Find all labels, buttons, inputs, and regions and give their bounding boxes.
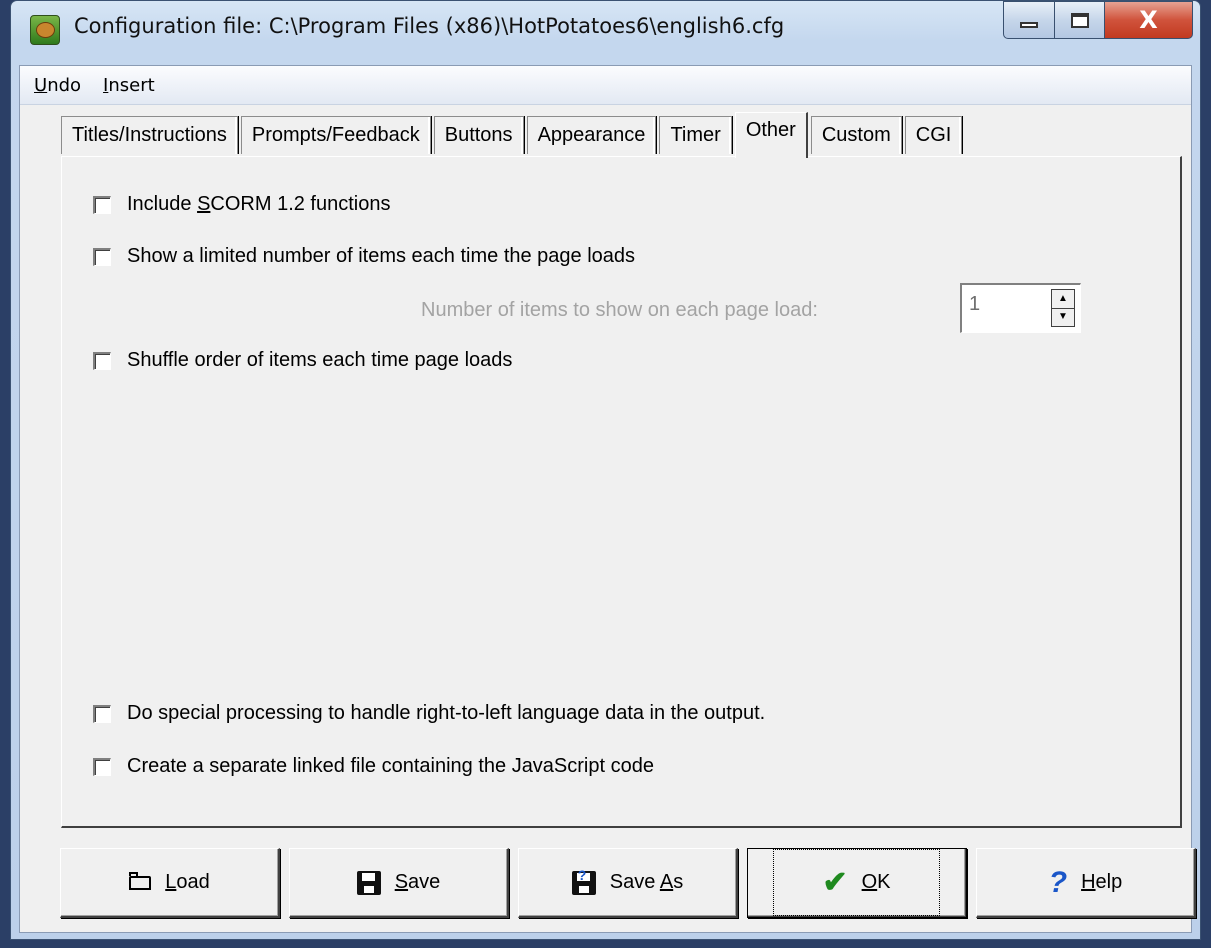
check-icon: ✔: [822, 866, 848, 899]
focus-ring: ✔ OK: [773, 849, 940, 916]
tab-buttons[interactable]: Buttons: [433, 116, 524, 154]
save-as-label: Save As: [609, 871, 684, 893]
help-icon: ?: [1048, 865, 1068, 899]
limited-items-label: Show a limited number of items each time…: [127, 245, 636, 267]
folder-icon: [129, 871, 152, 890]
tab-appearance[interactable]: Appearance: [526, 116, 657, 154]
load-button[interactable]: Load: [60, 848, 280, 918]
save-label: Save: [394, 871, 441, 893]
load-label: Load: [165, 871, 210, 893]
save-as-icon: ?: [571, 867, 596, 895]
items-count-spinner[interactable]: 1 ▲ ▼: [960, 283, 1081, 333]
rtl-label: Do special processing to handle right-to…: [127, 702, 766, 724]
separate-js-label: Create a separate linked file containing…: [127, 755, 654, 777]
maximize-button[interactable]: [1055, 1, 1105, 39]
scorm-option[interactable]: Include SCORM 1.2 functions: [93, 193, 390, 216]
shuffle-checkbox[interactable]: [93, 351, 111, 370]
spin-down-button[interactable]: ▼: [1052, 307, 1074, 326]
window-title: Configuration file: C:\Program Files (x8…: [74, 14, 785, 38]
shuffle-option[interactable]: Shuffle order of items each time page lo…: [93, 349, 512, 372]
scorm-label: Include SCORM 1.2 functions: [127, 193, 391, 215]
other-tab-panel: Include SCORM 1.2 functions Show a limit…: [61, 156, 1182, 828]
menu-insert[interactable]: Insert: [103, 75, 155, 96]
scorm-checkbox[interactable]: [93, 195, 111, 214]
minimize-button[interactable]: [1003, 1, 1055, 39]
tab-timer[interactable]: Timer: [659, 116, 732, 154]
tab-cgi[interactable]: CGI: [904, 116, 963, 154]
close-button[interactable]: X: [1105, 1, 1193, 39]
limited-items-checkbox[interactable]: [93, 247, 111, 266]
spin-down-icon: ▼: [1058, 311, 1068, 323]
maximize-icon: [1070, 12, 1089, 28]
title-bar[interactable]: Configuration file: C:\Program Files (x8…: [11, 1, 1200, 65]
tab-strip: Titles/Instructions Prompts/Feedback But…: [61, 112, 963, 158]
hot-potatoes-app-icon[interactable]: [30, 15, 60, 45]
items-count-label: Number of items to show on each page loa…: [421, 299, 818, 321]
save-as-button[interactable]: ? Save As: [518, 848, 738, 918]
limited-items-option[interactable]: Show a limited number of items each time…: [93, 245, 635, 268]
help-button[interactable]: ? Help: [976, 848, 1196, 918]
button-bar: Load Save ? Save As ✔ OK ? Help: [60, 848, 1196, 918]
shuffle-label: Shuffle order of items each time page lo…: [127, 349, 513, 371]
tab-other[interactable]: Other: [734, 112, 808, 158]
rtl-checkbox[interactable]: [93, 704, 111, 723]
separate-js-option[interactable]: Create a separate linked file containing…: [93, 755, 654, 778]
menu-undo[interactable]: Undo: [34, 75, 81, 96]
close-icon: X: [1139, 6, 1158, 34]
spin-up-icon: ▲: [1058, 292, 1068, 304]
menu-bar: Undo Insert: [20, 66, 1191, 105]
tab-prompts-feedback[interactable]: Prompts/Feedback: [240, 116, 431, 154]
tab-titles-instructions[interactable]: Titles/Instructions: [61, 116, 238, 154]
minimize-icon: [1020, 22, 1038, 28]
separate-js-checkbox[interactable]: [93, 757, 111, 776]
ok-label: OK: [861, 871, 891, 893]
window-controls: X: [1003, 1, 1193, 39]
rtl-option[interactable]: Do special processing to handle right-to…: [93, 702, 765, 725]
save-button[interactable]: Save: [289, 848, 509, 918]
help-label: Help: [1081, 871, 1123, 893]
client-area: Undo Insert Titles/Instructions Prompts/…: [19, 65, 1196, 933]
spinner-buttons: ▲ ▼: [1051, 289, 1075, 327]
ok-button[interactable]: ✔ OK: [747, 848, 967, 918]
spin-up-button[interactable]: ▲: [1052, 290, 1074, 308]
items-count-value[interactable]: 1: [969, 293, 980, 316]
config-window: Configuration file: C:\Program Files (x8…: [10, 0, 1201, 940]
disk-icon: [356, 870, 381, 895]
tab-custom[interactable]: Custom: [810, 116, 902, 154]
